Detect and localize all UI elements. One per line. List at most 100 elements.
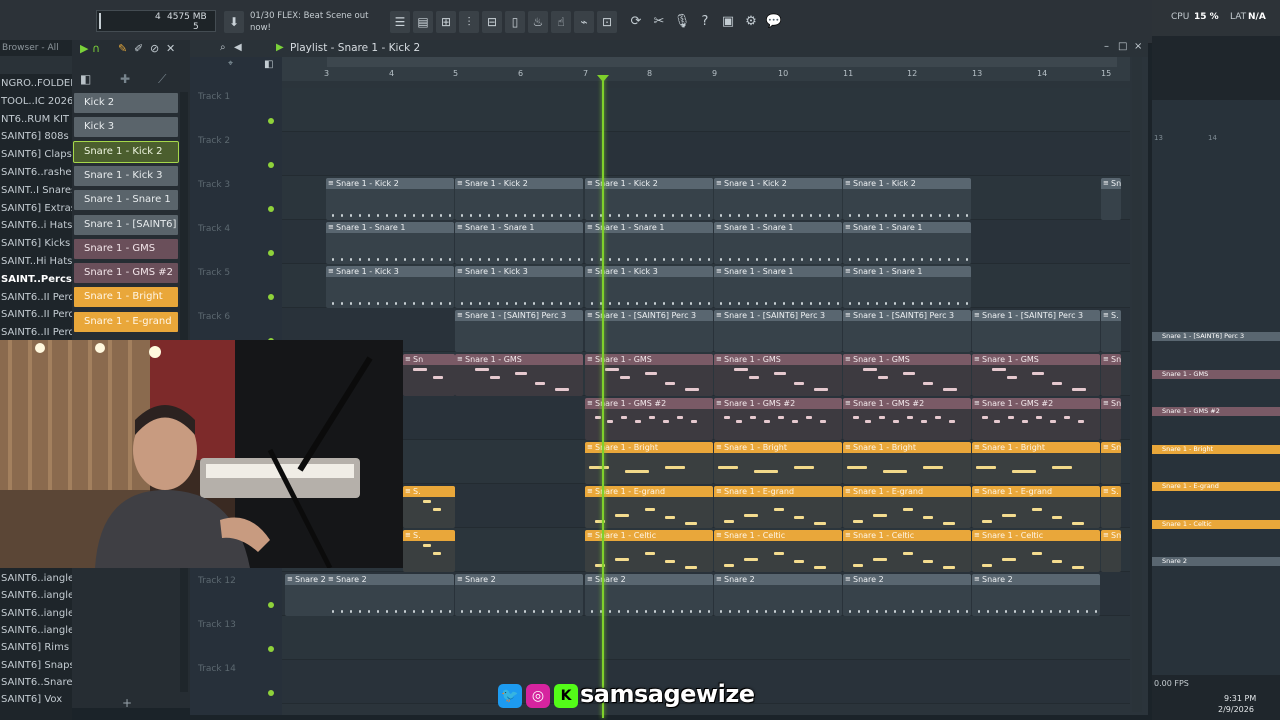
- mute-icon[interactable]: ✕: [166, 42, 175, 55]
- browser-item[interactable]: SAINT6..iangle 2: [0, 573, 72, 590]
- snap-icon[interactable]: ⌖: [228, 59, 233, 69]
- clip-menu-icon[interactable]: ≡: [587, 399, 593, 407]
- track-label[interactable]: Track 2: [198, 136, 230, 146]
- delete-icon[interactable]: ⊘: [150, 42, 159, 55]
- pattern-clip[interactable]: Sn ≡: [1101, 178, 1121, 220]
- browser-item[interactable]: NT6..RUM KIT: [0, 114, 72, 131]
- browser-item[interactable]: SAINT6] 808s: [0, 131, 72, 148]
- clip-menu-icon[interactable]: ≡: [716, 223, 722, 231]
- pattern-clip[interactable]: Snare 1 - GMS #2 ≡: [714, 398, 842, 440]
- clip-menu-icon[interactable]: ≡: [1103, 311, 1109, 319]
- pattern-clip[interactable]: Snare 1 - [SAINT6] Perc 3 ≡: [972, 310, 1100, 352]
- clip-menu-icon[interactable]: ≡: [587, 487, 593, 495]
- pattern-clip[interactable]: Snare 1 - Snare 1 ≡: [585, 222, 713, 264]
- clip-menu-icon[interactable]: ≡: [1103, 399, 1109, 407]
- pattern-clip[interactable]: Snare 2 ≡: [714, 574, 842, 616]
- pattern-clip[interactable]: Snare 1 - GMS ≡: [455, 354, 583, 396]
- pattern-clip[interactable]: Snare 1 - E-grand ≡: [972, 486, 1100, 528]
- pattern-clip[interactable]: Snare 1 - GMS ≡: [972, 354, 1100, 396]
- channel-add-icon[interactable]: ✚: [120, 72, 130, 86]
- speaker-icon[interactable]: ◀: [234, 42, 242, 53]
- pattern-clip[interactable]: Snare 1 - Snare 1 ≡: [455, 222, 583, 264]
- pattern-clip[interactable]: Snare 1 - Snare 1 ≡: [843, 266, 971, 308]
- browser-item[interactable]: SAINT6..iangle 4: [0, 608, 72, 625]
- channel-button[interactable]: Snare 1 - E-grand: [74, 311, 178, 332]
- browser-item[interactable]: SAINT6..iangle 3: [0, 590, 72, 607]
- clip-menu-icon[interactable]: ≡: [845, 267, 851, 275]
- clip-menu-icon[interactable]: ≡: [974, 531, 980, 539]
- pattern-clip[interactable]: Snare 1 - [SAINT6] Perc 3 ≡: [455, 310, 583, 352]
- browser-item[interactable]: SAINT..Hi Hats: [0, 256, 72, 273]
- horizontal-scrollbar[interactable]: [327, 57, 1117, 67]
- pattern-clip[interactable]: Snare 1 - Celtic ≡: [843, 530, 971, 572]
- browser-icon[interactable]: ▯: [505, 11, 525, 33]
- pattern-clip[interactable]: Snare 1 - Kick 2 ≡: [326, 178, 454, 220]
- pattern-clip[interactable]: S. ≡: [1101, 486, 1121, 528]
- clip-menu-icon[interactable]: ≡: [587, 443, 593, 451]
- pattern-clip[interactable]: Snare 1 - Kick 3 ≡: [585, 266, 713, 308]
- clip-menu-icon[interactable]: ≡: [328, 267, 334, 275]
- channel-list-icon[interactable]: ◧: [80, 72, 91, 86]
- vertical-scrollbar[interactable]: [1132, 57, 1142, 712]
- browser-item[interactable]: SAINT6] Kicks: [0, 238, 72, 255]
- track-label[interactable]: Track 6: [198, 312, 230, 322]
- pattern-clip[interactable]: Snare 1 - Snare 1 ≡: [326, 222, 454, 264]
- close-icon[interactable]: ×: [1134, 41, 1142, 52]
- clip-menu-icon[interactable]: ≡: [405, 487, 411, 495]
- track-active-icon[interactable]: [268, 602, 274, 608]
- brush-icon[interactable]: ✐: [134, 42, 143, 55]
- pattern-clip[interactable]: Snare 1 - Bright ≡: [843, 442, 971, 484]
- pattern-clip[interactable]: Sn ≡: [403, 354, 455, 396]
- script-icon[interactable]: ⊡: [597, 11, 617, 33]
- track-active-icon[interactable]: [268, 690, 274, 696]
- clip-menu-icon[interactable]: ≡: [587, 267, 593, 275]
- clip-menu-icon[interactable]: ≡: [405, 531, 411, 539]
- browser-item[interactable]: SAINT6] Rims: [0, 642, 72, 659]
- browser-item[interactable]: SAINT6] Extras: [0, 203, 72, 220]
- magnet-icon[interactable]: ∩: [92, 42, 100, 55]
- clip-menu-icon[interactable]: ≡: [974, 443, 980, 451]
- clip-menu-icon[interactable]: ≡: [587, 179, 593, 187]
- browser-item[interactable]: SAINT6] Vox: [0, 694, 72, 711]
- clip-menu-icon[interactable]: ≡: [716, 399, 722, 407]
- browser-item[interactable]: SAINT6] Snaps: [0, 660, 72, 677]
- browser-item[interactable]: SAINT..I Snares: [0, 185, 72, 202]
- clip-menu-icon[interactable]: ≡: [457, 179, 463, 187]
- clip-menu-icon[interactable]: ≡: [328, 223, 334, 231]
- clip-menu-icon[interactable]: ≡: [587, 355, 593, 363]
- clip-menu-icon[interactable]: ≡: [716, 179, 722, 187]
- clip-menu-icon[interactable]: ≡: [457, 355, 463, 363]
- clip-menu-icon[interactable]: ≡: [845, 223, 851, 231]
- pattern-clip[interactable]: Snare 1 - Snare 1 ≡: [714, 266, 842, 308]
- clip-menu-icon[interactable]: ≡: [457, 223, 463, 231]
- pattern-clip[interactable]: Snare 1 - E-grand ≡: [714, 486, 842, 528]
- track-lane[interactable]: [282, 132, 1130, 176]
- browser-item[interactable]: SAINT6..i Hats: [0, 220, 72, 237]
- pattern-clip[interactable]: Sn ≡: [1101, 442, 1121, 484]
- clip-menu-icon[interactable]: ≡: [716, 531, 722, 539]
- add-channel-icon[interactable]: +: [122, 696, 132, 710]
- clip-menu-icon[interactable]: ≡: [845, 399, 851, 407]
- clip-menu-icon[interactable]: ≡: [716, 575, 722, 583]
- pattern-clip[interactable]: Snare 2 ≡: [972, 574, 1100, 616]
- track-active-icon[interactable]: [268, 118, 274, 124]
- pattern-clip[interactable]: Snare 1 - E-grand ≡: [585, 486, 713, 528]
- clip-menu-icon[interactable]: ≡: [587, 311, 593, 319]
- track-active-icon[interactable]: [268, 206, 274, 212]
- browser-item[interactable]: SAINT6..iangle 5: [0, 625, 72, 642]
- pattern-clip[interactable]: S. ≡: [1101, 310, 1121, 352]
- clip-menu-icon[interactable]: ≡: [716, 267, 722, 275]
- track-lane[interactable]: [282, 616, 1130, 660]
- pattern-clip[interactable]: Snare 2 ≡: [585, 574, 713, 616]
- arrow-icon[interactable]: ▶: [276, 42, 284, 53]
- pattern-clip[interactable]: Snare 2 ≡: [455, 574, 583, 616]
- clip-menu-icon[interactable]: ≡: [328, 575, 334, 583]
- clip-menu-icon[interactable]: ≡: [974, 487, 980, 495]
- piano-roll-icon[interactable]: ▤: [413, 11, 433, 33]
- channel-button[interactable]: Snare 1 - Bright: [74, 287, 178, 308]
- chat-icon[interactable]: 💬: [764, 12, 784, 32]
- download-icon[interactable]: ⬇: [224, 11, 244, 33]
- channel-button[interactable]: Snare 1 - [SAINT6] Perc 3: [74, 214, 178, 235]
- pattern-clip[interactable]: Snare 1 - Kick 3 ≡: [326, 266, 454, 308]
- pattern-clip[interactable]: Snare 1 - Celtic ≡: [972, 530, 1100, 572]
